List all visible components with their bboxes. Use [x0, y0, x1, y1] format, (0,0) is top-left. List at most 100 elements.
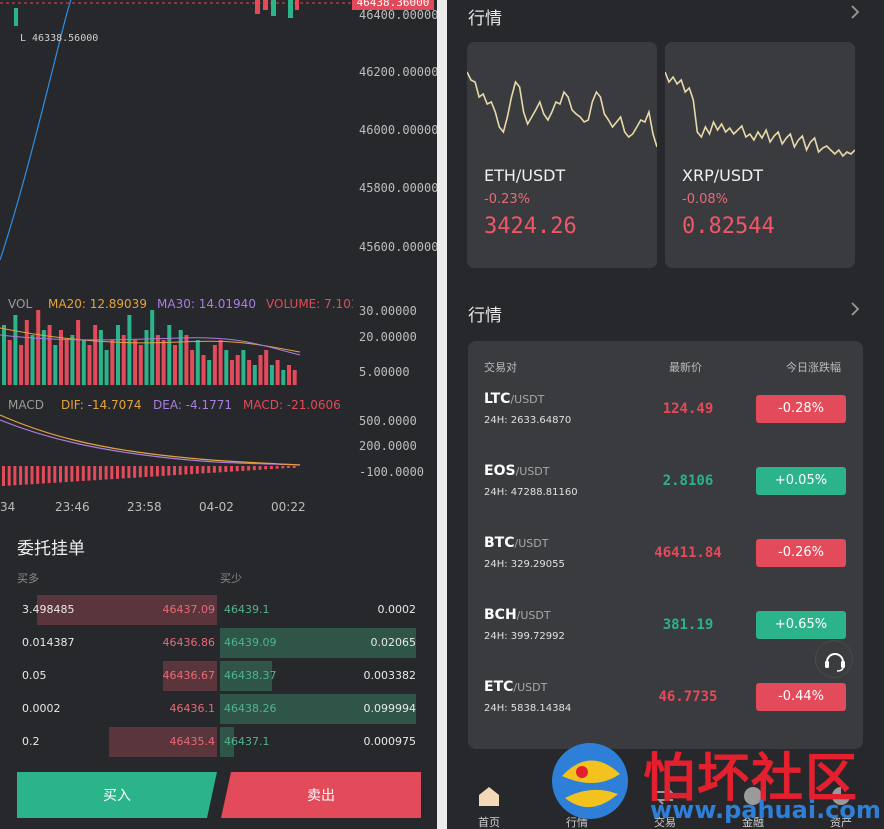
macd-histogram-bar: [2, 466, 5, 486]
macd-histogram-bar: [127, 466, 131, 479]
quote-card-eth[interactable]: ETH/USDT -0.23% 3424.26: [467, 42, 657, 268]
candle: [255, 0, 260, 14]
market-symbol: ETC/USDT: [484, 679, 547, 695]
buy-price: 46437.09: [162, 603, 216, 616]
buy-price: 46436.1: [169, 702, 216, 715]
volume-bar: [36, 310, 41, 385]
vol-axis-label: 30.00000: [359, 304, 417, 318]
volume-bar: [93, 325, 98, 385]
time-axis-label: 23:58: [127, 500, 162, 514]
dif-label: DIF: -14.7074: [61, 398, 142, 412]
buy-amount: 3.498485: [22, 603, 75, 616]
market-price: 2.8106: [662, 473, 714, 489]
chevron-right-icon[interactable]: [849, 301, 861, 322]
market-panel: 行情 ETH/USDT -0.23% 3424.26 XRP/USDT -0.0…: [447, 0, 884, 829]
volume-bar: [138, 345, 143, 385]
macd-label: MACD: [8, 398, 44, 412]
macd-histogram-bar: [264, 466, 268, 470]
market-row-ltc[interactable]: LTC/USDT 24H: 2633.64870 124.49 -0.28%: [468, 379, 863, 451]
buy-price: 46435.4: [169, 735, 216, 748]
low-price-marker: L 46338.56000: [20, 33, 99, 44]
sell-amount: 0.02065: [370, 636, 417, 649]
market-base: BCH: [484, 607, 517, 623]
candle: [288, 0, 293, 18]
market-price: 381.19: [662, 617, 714, 633]
macd-histogram-bar: [36, 466, 40, 484]
market-change-badge: -0.44%: [756, 683, 846, 711]
sell-button[interactable]: 卖出: [221, 772, 421, 818]
orderbook-title: 委托挂单: [17, 539, 85, 559]
macd-histogram-bar: [292, 466, 296, 468]
volume-bar: [275, 360, 280, 385]
market-symbol: LTC/USDT: [484, 391, 544, 407]
market-row-bch[interactable]: BCH/USDT 24H: 399.72992 381.19 +0.65%: [468, 595, 863, 667]
orderbook-buy-header: 买多: [17, 572, 39, 585]
quotes-section-title: 行情: [468, 9, 502, 29]
buy-amount: 0.0002: [22, 702, 61, 715]
volume-bar: [218, 340, 223, 385]
macd-histogram-bar: [252, 466, 256, 471]
headset-icon: [825, 653, 845, 672]
orderbook-row[interactable]: 3.498485 46437.09 46439.1 0.0002: [0, 595, 437, 625]
orderbook-row[interactable]: 0.014387 46436.86 46439.09 0.02065: [0, 628, 437, 658]
market-header-price: 最新价: [669, 361, 702, 374]
dea-line: [0, 419, 301, 466]
volume-bar: [53, 345, 58, 385]
market-row-etc[interactable]: ETC/USDT 24H: 5838.14384 46.7735 -0.44%: [468, 667, 863, 739]
quote-card-xrp[interactable]: XRP/USDT -0.08% 0.82544: [665, 42, 855, 268]
volume-bar: [235, 355, 240, 385]
macd-histogram-bar: [269, 466, 273, 470]
macd-histogram-bar: [212, 466, 216, 473]
ma20-label: MA20: 12.89039: [48, 297, 147, 311]
volume-bar: [292, 370, 297, 385]
macd-histogram-bar: [207, 466, 211, 474]
macd-histogram-bar: [41, 466, 45, 484]
market-row-btc[interactable]: BTC/USDT 24H: 329.29055 46411.84 -0.26%: [468, 523, 863, 595]
macd-histogram-bar: [116, 466, 119, 479]
macd-histogram-bar: [195, 466, 199, 474]
volume-bar: [167, 325, 172, 385]
macd-histogram-bar: [30, 466, 34, 485]
customer-service-button[interactable]: [815, 640, 853, 678]
market-base: EOS: [484, 463, 516, 479]
finance-icon: [744, 787, 762, 805]
price-axis-label: 45600.00000: [359, 240, 437, 254]
macd-axis-label: -100.0000: [359, 465, 425, 479]
macd-histogram-bar: [7, 466, 11, 486]
market-quote: /USDT: [513, 681, 548, 694]
vol-axis-label: 20.00000: [359, 330, 417, 344]
orderbook-row[interactable]: 0.05 46436.67 46438.37 0.003382: [0, 661, 437, 691]
volume-bar: [173, 345, 177, 385]
tab-label: 资产: [830, 816, 852, 829]
tab-finance[interactable]: 金融: [713, 782, 793, 829]
chevron-right-icon[interactable]: [849, 4, 861, 25]
market-section-title: 行情: [468, 306, 502, 326]
quote-card-pair: ETH/USDT: [484, 166, 566, 185]
macd-histogram-bar: [281, 466, 285, 469]
tab-assets[interactable]: 资产: [801, 782, 881, 829]
volume-bar: [87, 345, 92, 385]
volume-bar: [190, 350, 195, 385]
candle: [14, 8, 18, 26]
macd-histogram-bar: [241, 466, 245, 471]
market-quote: /USDT: [514, 537, 549, 550]
sell-price: 46439.1: [224, 603, 270, 616]
orderbook-row[interactable]: 0.2 46435.4 46437.1 0.000975: [0, 727, 437, 757]
vol-axis-label: 5.00000: [359, 365, 410, 379]
volume-bar: [104, 350, 109, 385]
tab-quotes[interactable]: 行情: [537, 782, 617, 829]
tab-home[interactable]: 首页: [449, 782, 529, 829]
market-row-eos[interactable]: EOS/USDT 24H: 47288.81160 2.8106 +0.05%: [468, 451, 863, 523]
macd-histogram-bar: [24, 466, 28, 485]
tab-trade[interactable]: 交易: [625, 782, 705, 829]
tab-label: 首页: [478, 816, 500, 829]
macd-histogram-bar: [167, 466, 171, 476]
sell-price: 46437.1: [224, 735, 270, 748]
volume-bar: [281, 370, 286, 385]
macd-histogram-bar: [13, 466, 17, 486]
buy-button[interactable]: 买入: [17, 772, 217, 818]
market-header-change: 今日涨跌幅: [786, 361, 841, 374]
tab-label: 金融: [742, 816, 764, 829]
orderbook-row[interactable]: 0.0002 46436.1 46438.26 0.099994: [0, 694, 437, 724]
volume-bar: [144, 330, 149, 385]
